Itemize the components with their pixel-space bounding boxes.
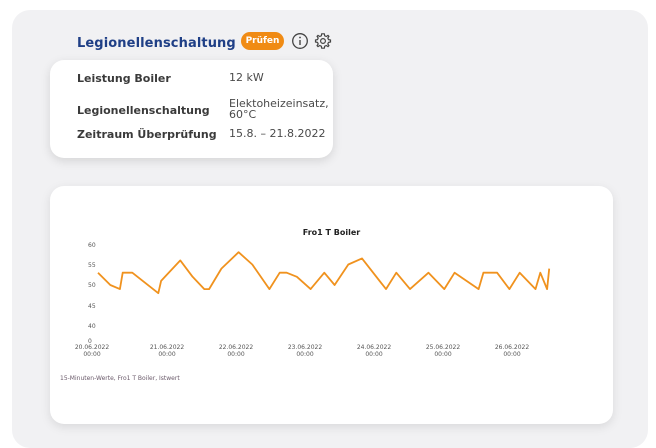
series-line-boiler-temp	[97, 251, 551, 295]
gear-icon[interactable]	[314, 32, 332, 50]
temperature-chart-card: Fro1 T Boiler 60 55 50 45 40 0 20.06.202…	[50, 186, 613, 424]
detail-value: 15.8. – 21.8.2022	[229, 127, 326, 140]
info-icon[interactable]	[291, 32, 309, 50]
boiler-details-card: Leistung Boiler 12 kW Legionellenschaltu…	[50, 60, 333, 158]
chart-plot-area	[97, 251, 551, 295]
detail-key: Legionellenschaltung	[77, 104, 210, 117]
panel-title: Legionellenschaltung	[77, 35, 236, 51]
detail-key: Zeitraum Überprüfung	[77, 128, 217, 141]
panel-header: Legionellenschaltung	[77, 33, 236, 53]
detail-value: 12 kW	[229, 71, 264, 84]
chart-footnote: 15-Minuten-Werte, Fro1 T Boiler, Istwert	[60, 375, 180, 382]
detail-value: Elektoheizeinsatz, 60°C	[229, 97, 329, 121]
check-button[interactable]: Prüfen	[241, 32, 284, 50]
detail-key: Leistung Boiler	[77, 72, 171, 85]
